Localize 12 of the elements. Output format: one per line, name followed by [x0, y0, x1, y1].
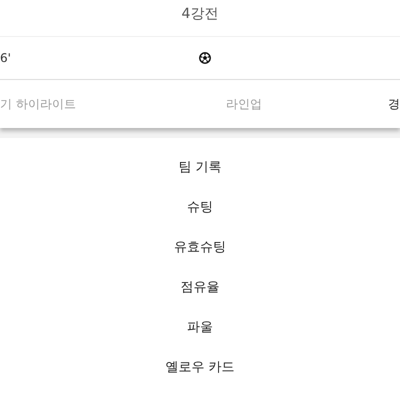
tab[interactable]: 기 하이라이트 — [0, 96, 120, 112]
event-minute: 6' — [0, 51, 11, 65]
tab[interactable]: 라인업 — [226, 96, 262, 112]
tab[interactable]: 경 — [388, 96, 400, 112]
soccer-ball-icon — [198, 52, 211, 64]
stat-label: 슈팅 — [187, 199, 213, 217]
stat-label: 옐로우 카드 — [165, 359, 235, 377]
stat-label: 점유율 — [180, 279, 220, 297]
section-title: 팀 기록 — [178, 159, 222, 177]
match-round-title: 4강전 — [0, 0, 400, 37]
stat-label: 유효슈팅 — [174, 239, 226, 257]
stat-label: 파울 — [187, 319, 213, 337]
